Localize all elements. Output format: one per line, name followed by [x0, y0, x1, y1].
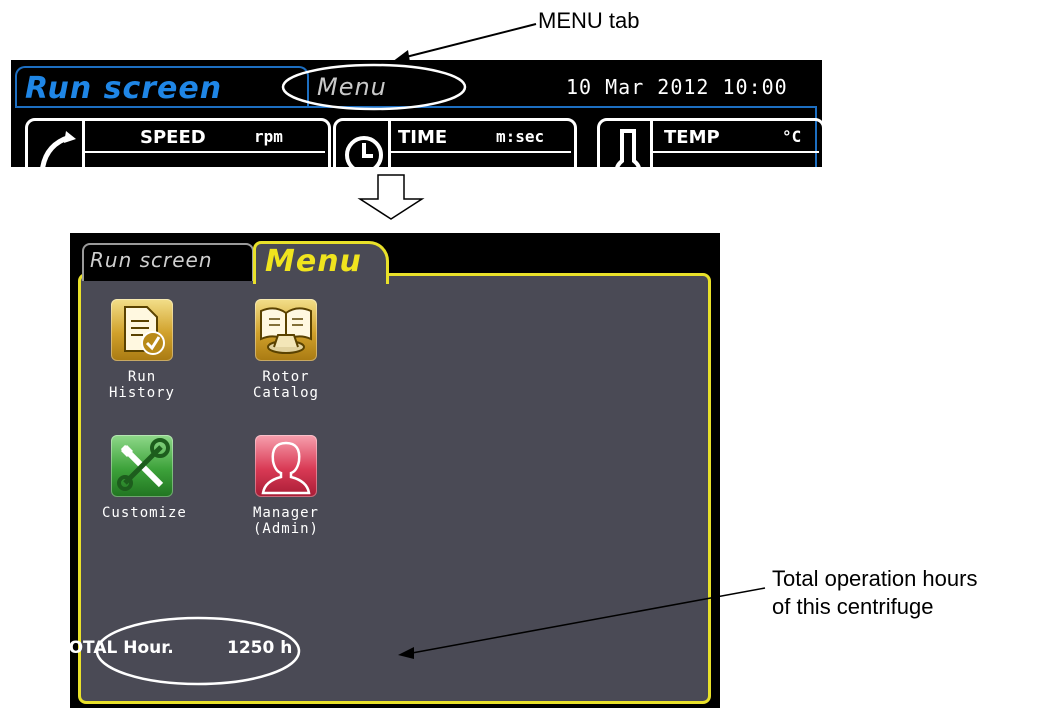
rotor-book-icon [255, 299, 317, 361]
menu-tab[interactable]: Menu [265, 244, 362, 279]
speed-title: SPEED [140, 127, 206, 148]
menu-tab-arrow-line [401, 23, 537, 59]
clock-icon [345, 136, 383, 167]
time-title: TIME [398, 127, 448, 148]
speed-gauge-icon [40, 131, 76, 167]
run-screen-tab[interactable]: Run screen [25, 71, 222, 106]
total-hours-value: 1250 h [227, 638, 293, 658]
customize-label: Customize [102, 505, 187, 521]
tools-icon [111, 435, 173, 497]
panel-line [391, 151, 571, 153]
total-hours-callout-line1: Total operation hours [772, 566, 978, 591]
menu-tab-callout: MENU tab [538, 8, 640, 33]
run-history-label: Run History [108, 369, 175, 401]
time-panel[interactable]: TIME m:sec [333, 118, 577, 167]
panel-divider [388, 121, 391, 167]
tab-frame-line [15, 106, 817, 108]
panel-line [653, 151, 819, 153]
rotor-catalog-button[interactable]: Rotor Catalog [246, 299, 326, 401]
temp-panel[interactable]: TEMP °C [597, 118, 822, 167]
menu-tab[interactable]: Menu [317, 73, 387, 101]
down-arrow-icon [357, 174, 425, 220]
document-check-icon [111, 299, 173, 361]
datetime-display: 10 Mar 2012 10:00 [566, 75, 788, 99]
total-hours-label: TOTAL Hour. [57, 638, 174, 658]
total-hours-callout-line2: of this centrifuge [772, 594, 934, 619]
panel-line [85, 151, 325, 153]
customize-button[interactable]: Customize [102, 435, 187, 521]
menu-screen: Run screen Menu Run History Rotor Catalo… [70, 233, 720, 708]
run-screen-strip: Run screen Menu 10 Mar 2012 10:00 SPEED … [11, 60, 822, 167]
total-hours-display: TOTAL Hour. 1250 h [57, 638, 292, 658]
run-history-button[interactable]: Run History [102, 299, 182, 401]
temp-title: TEMP [664, 127, 720, 148]
temp-unit: °C [782, 127, 802, 146]
manager-admin-label: Manager (Admin) [252, 505, 319, 537]
panel-divider [82, 121, 85, 167]
speed-unit: rpm [254, 127, 283, 146]
panel-divider [650, 121, 653, 167]
person-icon [255, 435, 317, 497]
run-screen-tab[interactable]: Run screen [90, 248, 213, 272]
time-unit: m:sec [496, 127, 545, 146]
rotor-catalog-label: Rotor Catalog [252, 369, 319, 401]
speed-panel[interactable]: SPEED rpm [25, 118, 331, 167]
thermometer-icon [615, 129, 641, 167]
manager-admin-button[interactable]: Manager (Admin) [246, 435, 326, 537]
